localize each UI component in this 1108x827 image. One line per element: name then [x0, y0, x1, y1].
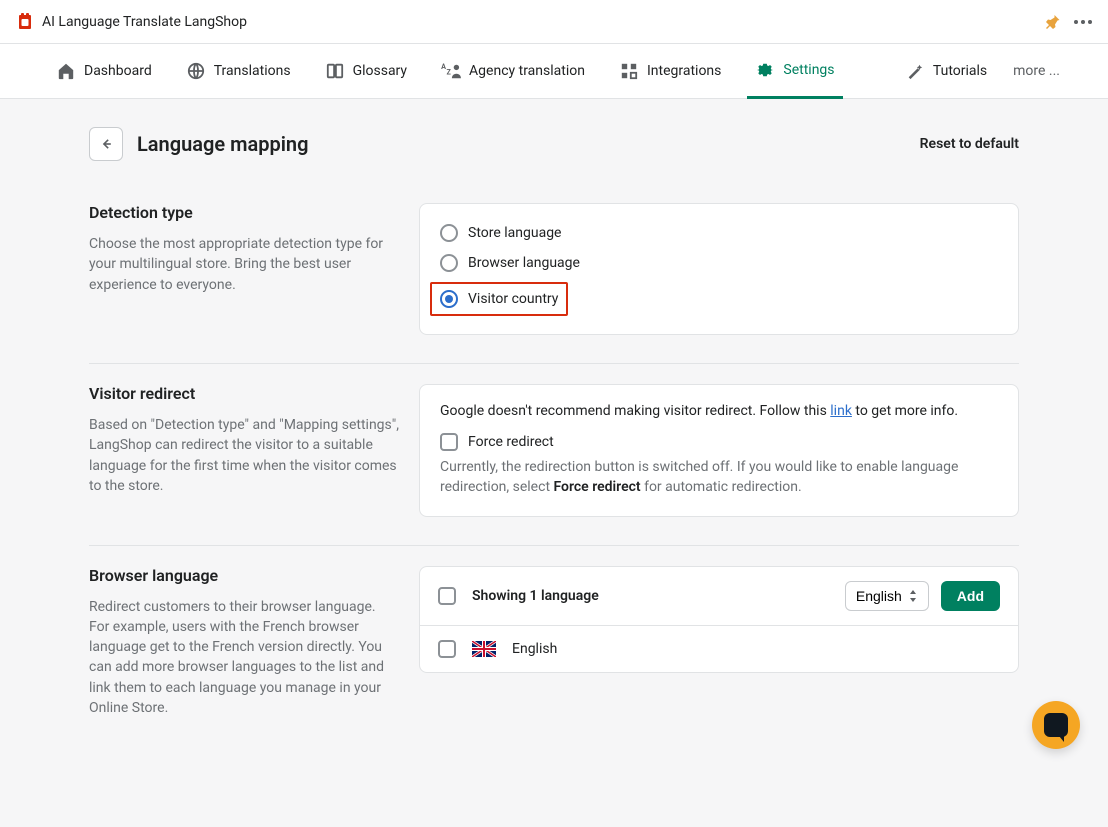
showing-count: Showing 1 language	[472, 588, 599, 604]
more-menu-icon[interactable]	[1074, 20, 1092, 24]
radio-icon	[440, 290, 458, 308]
redirect-helper-bold: Force redirect	[554, 479, 641, 495]
tab-label: Tutorials	[933, 63, 987, 79]
app-title: AI Language Translate LangShop	[42, 14, 247, 30]
lang-table-header: Showing 1 language English Add	[420, 567, 1018, 626]
back-button[interactable]	[89, 127, 123, 161]
radio-label: Browser language	[468, 255, 580, 271]
tab-glossary[interactable]: Glossary	[317, 44, 415, 98]
tab-settings[interactable]: Settings	[747, 45, 842, 99]
redirect-note-link[interactable]: link	[830, 403, 852, 419]
tab-label: Integrations	[647, 63, 721, 79]
page-title: Language mapping	[137, 132, 308, 156]
checkbox-label: Force redirect	[468, 434, 554, 450]
tab-integrations[interactable]: Integrations	[611, 44, 729, 98]
app-bar-right	[1046, 15, 1092, 29]
arrow-left-icon	[98, 136, 114, 152]
radio-label: Store language	[468, 225, 561, 241]
page-content: Language mapping Reset to default Detect…	[89, 99, 1019, 786]
redirect-note-post: to get more info.	[852, 403, 958, 419]
radio-icon	[440, 224, 458, 242]
detection-heading: Detection type	[89, 203, 399, 222]
chat-widget[interactable]	[1032, 701, 1080, 749]
app-bar: AI Language Translate LangShop	[0, 0, 1108, 44]
tab-label: Glossary	[353, 63, 407, 79]
flag-uk-icon	[472, 641, 496, 657]
redirect-helper: Currently, the redirection button is swi…	[440, 457, 998, 498]
reset-to-default[interactable]: Reset to default	[920, 136, 1019, 152]
radio-store-language[interactable]: Store language	[440, 222, 998, 244]
tab-agency-translation[interactable]: AZ Agency translation	[433, 44, 593, 98]
redirect-helper-post: for automatic redirection.	[641, 479, 802, 495]
tab-label: Settings	[783, 62, 834, 78]
language-select[interactable]: English	[845, 581, 929, 611]
detection-description: Choose the most appropriate detection ty…	[89, 234, 399, 295]
tab-label: Dashboard	[84, 63, 152, 79]
add-button[interactable]: Add	[941, 581, 1000, 611]
lang-name: English	[512, 641, 557, 657]
browser-lang-heading: Browser language	[89, 566, 399, 585]
apps-icon	[619, 61, 639, 81]
radio-visitor-country[interactable]: Visitor country	[430, 282, 568, 316]
translate-person-icon: AZ	[441, 61, 461, 81]
redirect-description: Based on "Detection type" and "Mapping s…	[89, 415, 399, 496]
svg-text:A: A	[441, 62, 446, 71]
select-value: English	[856, 588, 902, 604]
wand-icon	[905, 61, 925, 81]
tab-label: Agency translation	[469, 63, 585, 79]
row-checkbox[interactable]	[438, 640, 456, 658]
tab-tutorials[interactable]: Tutorials	[897, 44, 995, 98]
app-bar-left: AI Language Translate LangShop	[16, 13, 247, 31]
checkbox-icon	[440, 433, 458, 451]
redirect-card: Google doesn't recommend making visitor …	[419, 384, 1019, 517]
tab-dashboard[interactable]: Dashboard	[48, 44, 160, 98]
pin-icon[interactable]	[1046, 15, 1060, 29]
nav-tabs: Dashboard Translations Glossary AZ Agenc…	[0, 44, 1108, 99]
select-caret-icon	[908, 590, 918, 602]
section-detection-type: Detection type Choose the most appropria…	[89, 183, 1019, 364]
radio-icon	[440, 254, 458, 272]
browser-lang-description: Redirect customers to their browser lang…	[89, 597, 399, 719]
redirect-note-pre: Google doesn't recommend making visitor …	[440, 403, 830, 419]
radio-browser-language[interactable]: Browser language	[440, 252, 998, 274]
lang-row: English	[420, 626, 1018, 672]
book-icon	[325, 61, 345, 81]
detection-card: Store language Browser language Visitor …	[419, 203, 1019, 335]
redirect-heading: Visitor redirect	[89, 384, 399, 403]
section-visitor-redirect: Visitor redirect Based on "Detection typ…	[89, 364, 1019, 546]
chat-bubble-icon	[1044, 713, 1068, 737]
redirect-note: Google doesn't recommend making visitor …	[440, 403, 998, 419]
gear-icon	[755, 60, 775, 80]
section-browser-language: Browser language Redirect customers to t…	[89, 546, 1019, 747]
browser-lang-card: Showing 1 language English Add	[419, 566, 1019, 673]
force-redirect-checkbox[interactable]: Force redirect	[440, 433, 998, 451]
home-icon	[56, 61, 76, 81]
page-header: Language mapping Reset to default	[89, 127, 1019, 161]
app-logo-icon	[16, 13, 34, 31]
globe-icon	[186, 61, 206, 81]
select-all-checkbox[interactable]	[438, 587, 456, 605]
tabs-more[interactable]: more ...	[1013, 63, 1060, 79]
tab-label: Translations	[214, 63, 291, 79]
radio-label: Visitor country	[468, 291, 558, 307]
tab-translations[interactable]: Translations	[178, 44, 299, 98]
svg-text:Z: Z	[447, 68, 452, 77]
